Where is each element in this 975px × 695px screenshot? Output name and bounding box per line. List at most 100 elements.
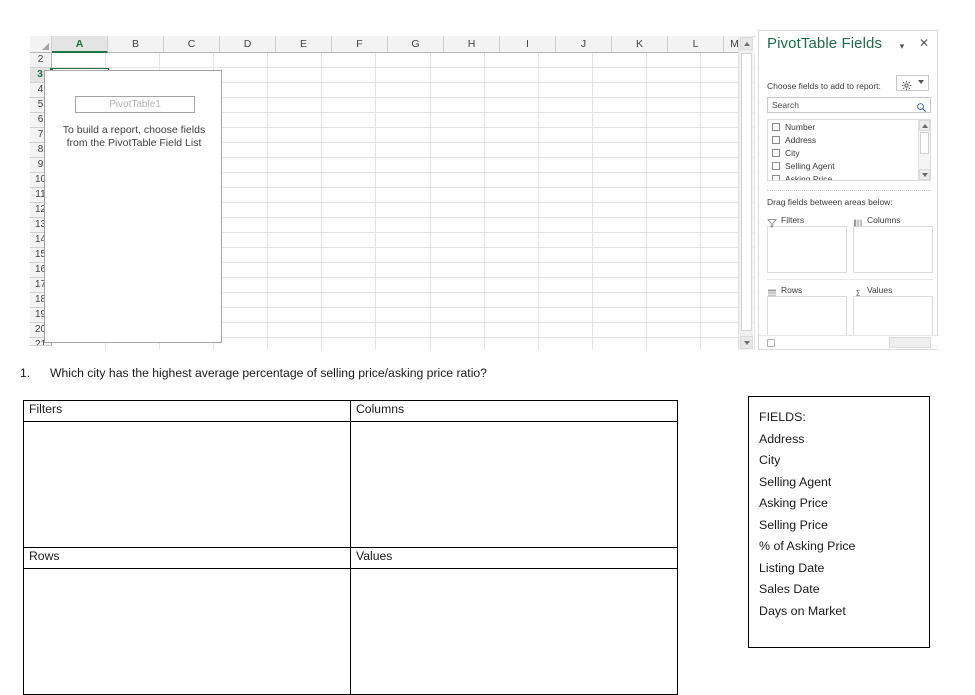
grid-cell-H20[interactable]	[430, 323, 485, 338]
grid-cell-L18[interactable]	[646, 293, 701, 308]
chevron-down-icon[interactable]: ▾	[895, 39, 909, 53]
grid-cell-J17[interactable]	[538, 278, 593, 293]
grid-cell-D9[interactable]	[214, 158, 269, 173]
column-header-b[interactable]: B	[108, 36, 164, 53]
grid-cell-D17[interactable]	[214, 278, 269, 293]
grid-cell-F4[interactable]	[322, 83, 377, 98]
column-header-i[interactable]: I	[500, 36, 556, 53]
grid-cell-L15[interactable]	[646, 248, 701, 263]
grid-cell-H3[interactable]	[430, 68, 485, 83]
grid-cell-E13[interactable]	[268, 218, 323, 233]
grid-cell-H9[interactable]	[430, 158, 485, 173]
row-header-2[interactable]: 2	[30, 53, 52, 68]
close-icon[interactable]: ✕	[917, 36, 931, 50]
grid-cell-E15[interactable]	[268, 248, 323, 263]
grid-cell-H13[interactable]	[430, 218, 485, 233]
grid-cell-I16[interactable]	[484, 263, 539, 278]
grid-cell-D14[interactable]	[214, 233, 269, 248]
search-input[interactable]	[772, 98, 907, 112]
answer-values-cell[interactable]	[350, 568, 678, 695]
grid-cell-E20[interactable]	[268, 323, 323, 338]
grid-cell-L14[interactable]	[646, 233, 701, 248]
grid-cell-E21[interactable]	[268, 338, 323, 350]
grid-cell-G5[interactable]	[376, 98, 431, 113]
grid-cell-D18[interactable]	[214, 293, 269, 308]
grid-cell-B2[interactable]	[106, 53, 161, 68]
grid-cell-L2[interactable]	[646, 53, 701, 68]
grid-cell-L20[interactable]	[646, 323, 701, 338]
grid-cell-E11[interactable]	[268, 188, 323, 203]
grid-cell-L13[interactable]	[646, 218, 701, 233]
grid-cell-L7[interactable]	[646, 128, 701, 143]
grid-cell-K11[interactable]	[592, 188, 647, 203]
grid-cell-D3[interactable]	[214, 68, 269, 83]
grid-cell-E2[interactable]	[268, 53, 323, 68]
grid-cell-D7[interactable]	[214, 128, 269, 143]
checkbox-icon[interactable]	[772, 161, 780, 170]
grid-cell-L12[interactable]	[646, 203, 701, 218]
grid-cell-J21[interactable]	[538, 338, 593, 350]
grid-cell-E9[interactable]	[268, 158, 323, 173]
grid-cell-H18[interactable]	[430, 293, 485, 308]
grid-cell-K18[interactable]	[592, 293, 647, 308]
grid-cell-J9[interactable]	[538, 158, 593, 173]
grid-cell-I18[interactable]	[484, 293, 539, 308]
field-search-box[interactable]	[767, 97, 931, 113]
column-header-e[interactable]: E	[276, 36, 332, 53]
grid-cell-G6[interactable]	[376, 113, 431, 128]
grid-cell-J13[interactable]	[538, 218, 593, 233]
column-header-c[interactable]: C	[164, 36, 220, 53]
grid-cell-E14[interactable]	[268, 233, 323, 248]
grid-cell-I4[interactable]	[484, 83, 539, 98]
grid-cell-I6[interactable]	[484, 113, 539, 128]
grid-cell-G17[interactable]	[376, 278, 431, 293]
grid-cell-H4[interactable]	[430, 83, 485, 98]
grid-cell-I12[interactable]	[484, 203, 539, 218]
grid-cell-E16[interactable]	[268, 263, 323, 278]
grid-cell-J11[interactable]	[538, 188, 593, 203]
field-list-item-number[interactable]: Number	[768, 120, 930, 133]
grid-cell-J18[interactable]	[538, 293, 593, 308]
grid-cell-K2[interactable]	[592, 53, 647, 68]
grid-cell-H14[interactable]	[430, 233, 485, 248]
grid-cell-E10[interactable]	[268, 173, 323, 188]
answer-columns-cell[interactable]	[350, 421, 678, 548]
grid-cell-L3[interactable]	[646, 68, 701, 83]
grid-cell-K20[interactable]	[592, 323, 647, 338]
grid-cell-E5[interactable]	[268, 98, 323, 113]
pivot-area-filters[interactable]: Filters	[767, 213, 847, 275]
update-button[interactable]	[889, 337, 931, 348]
grid-cell-L21[interactable]	[646, 338, 701, 350]
grid-cell-K12[interactable]	[592, 203, 647, 218]
grid-cell-H21[interactable]	[430, 338, 485, 350]
grid-cell-F11[interactable]	[322, 188, 377, 203]
grid-cell-G11[interactable]	[376, 188, 431, 203]
grid-cell-I14[interactable]	[484, 233, 539, 248]
grid-cell-I17[interactable]	[484, 278, 539, 293]
grid-cell-I3[interactable]	[484, 68, 539, 83]
field-list-scrollbar-thumb[interactable]	[920, 132, 929, 154]
grid-cell-J20[interactable]	[538, 323, 593, 338]
grid-cell-D11[interactable]	[214, 188, 269, 203]
grid-cell-G7[interactable]	[376, 128, 431, 143]
grid-cell-I13[interactable]	[484, 218, 539, 233]
grid-cell-F8[interactable]	[322, 143, 377, 158]
grid-cell-D21[interactable]	[214, 338, 269, 350]
grid-cell-K21[interactable]	[592, 338, 647, 350]
grid-cell-F7[interactable]	[322, 128, 377, 143]
grid-cell-H15[interactable]	[430, 248, 485, 263]
field-checkbox-list[interactable]: Number Address City Selling Agent Asking Pri…	[767, 119, 931, 181]
column-header-h[interactable]: H	[444, 36, 500, 53]
grid-cell-H11[interactable]	[430, 188, 485, 203]
grid-cell-I9[interactable]	[484, 158, 539, 173]
grid-cell-L6[interactable]	[646, 113, 701, 128]
select-all-corner-button[interactable]	[30, 36, 52, 53]
pivot-area-dropzone-filters[interactable]	[767, 226, 847, 273]
checkbox-icon[interactable]	[772, 148, 780, 157]
grid-cell-D20[interactable]	[214, 323, 269, 338]
column-header-a[interactable]: A	[52, 36, 108, 53]
field-list-scrollbar[interactable]	[918, 120, 930, 180]
grid-cell-G19[interactable]	[376, 308, 431, 323]
pivottable-placeholder[interactable]: PivotTable1 To build a report, choose fi…	[44, 70, 222, 343]
grid-cell-L5[interactable]	[646, 98, 701, 113]
